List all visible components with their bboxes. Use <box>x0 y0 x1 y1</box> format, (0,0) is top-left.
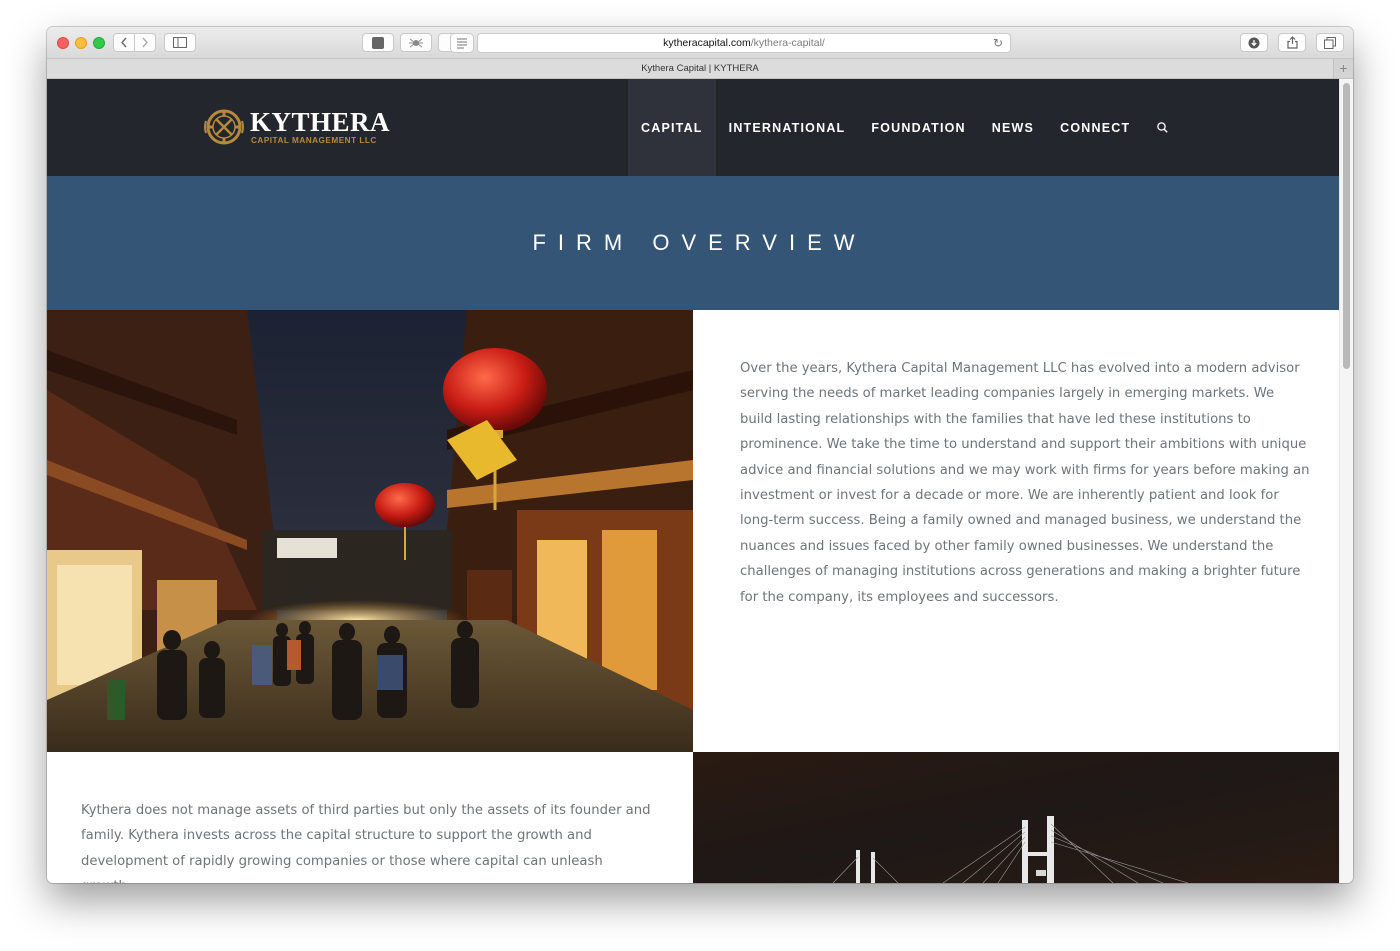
nav-item-international[interactable]: INTERNATIONAL <box>716 79 859 176</box>
url-host: kytheracapital.com <box>663 37 751 49</box>
hero-banner: FIRM OVERVIEW <box>47 176 1340 310</box>
tab-title[interactable]: Kythera Capital | KYTHERA <box>641 63 759 74</box>
share-button[interactable] <box>1278 33 1306 52</box>
nav-item-foundation[interactable]: FOUNDATION <box>858 79 978 176</box>
reader-icon[interactable] <box>450 33 474 53</box>
minimize-window-button[interactable] <box>75 37 87 49</box>
logo-subtitle: CAPITAL MANAGEMENT LLC <box>251 136 377 145</box>
close-window-button[interactable] <box>57 37 69 49</box>
bridge-photo <box>693 752 1340 883</box>
back-button[interactable] <box>113 33 135 52</box>
tab-bar: Kythera Capital | KYTHERA + <box>47 59 1353 79</box>
browser-window: kytheracapital.com/kythera-capital/ ↻ Ky… <box>47 27 1353 883</box>
page-title: FIRM OVERVIEW <box>532 230 867 255</box>
scrollbar-thumb[interactable] <box>1343 83 1350 369</box>
search-icon <box>1157 122 1169 133</box>
extension-button-2[interactable] <box>400 33 432 52</box>
stop-icon <box>372 36 384 49</box>
investment-paragraph: Kythera does not manage assets of third … <box>81 803 651 883</box>
nav-item-capital[interactable]: CAPITAL <box>628 79 716 176</box>
download-icon <box>1248 37 1260 48</box>
tabs-overview-button[interactable] <box>1316 33 1344 52</box>
sidebar-button[interactable] <box>164 33 196 52</box>
overview-paragraph: Over the years, Kythera Capital Manageme… <box>740 361 1310 605</box>
logo-name: KYTHERA <box>250 107 391 137</box>
bridge-night-image <box>693 752 1340 883</box>
tabs-icon <box>1324 36 1336 49</box>
logo-emblem-icon <box>204 109 244 145</box>
url-path: /kythera-capital/ <box>750 37 825 49</box>
spider-icon <box>409 38 423 47</box>
nav-item-connect[interactable]: CONNECT <box>1047 79 1143 176</box>
chevron-left-icon <box>121 37 127 48</box>
search-button[interactable] <box>1143 79 1181 176</box>
site-header: KYTHERA CAPITAL MANAGEMENT LLC CAPITAL I… <box>47 79 1340 176</box>
overview-text-block: Over the years, Kythera Capital Manageme… <box>693 310 1340 752</box>
street-market-photo <box>47 310 693 752</box>
downloads-button[interactable] <box>1240 33 1268 52</box>
browser-toolbar: kytheracapital.com/kythera-capital/ ↻ <box>47 27 1353 59</box>
main-nav: CAPITAL INTERNATIONAL FOUNDATION NEWS CO… <box>628 79 1181 176</box>
sidebar-icon <box>173 37 187 48</box>
investment-text-block: Kythera does not manage assets of third … <box>47 752 693 883</box>
extension-button-1[interactable] <box>362 33 394 52</box>
zoom-window-button[interactable] <box>93 37 105 49</box>
forward-button[interactable] <box>134 33 156 52</box>
address-bar[interactable]: kytheracapital.com/kythera-capital/ ↻ <box>450 33 1011 53</box>
web-page: KYTHERA CAPITAL MANAGEMENT LLC CAPITAL I… <box>47 79 1340 883</box>
page-scrollbar[interactable] <box>1339 79 1353 883</box>
share-icon <box>1286 36 1298 49</box>
new-tab-button[interactable]: + <box>1333 59 1353 78</box>
chevron-right-icon <box>142 37 148 48</box>
nav-item-news[interactable]: NEWS <box>979 79 1047 176</box>
logo[interactable]: KYTHERA CAPITAL MANAGEMENT LLC <box>204 107 414 147</box>
reload-icon[interactable]: ↻ <box>993 36 1003 50</box>
street-scene-image <box>47 310 693 752</box>
